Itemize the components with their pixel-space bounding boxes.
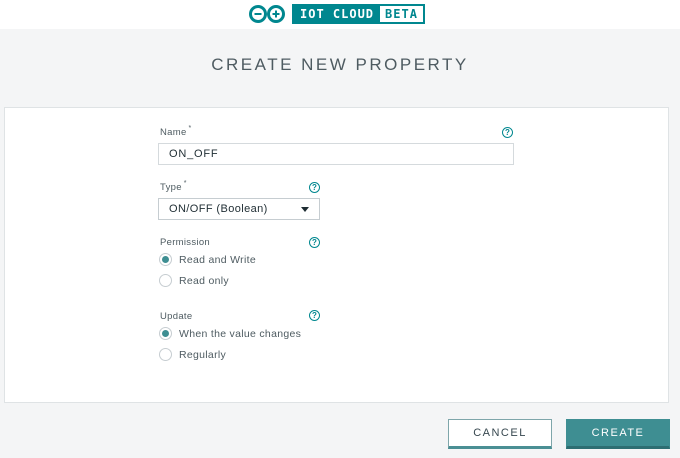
cancel-button[interactable]: CANCEL (448, 419, 552, 449)
permission-option-read-only[interactable]: Read only (159, 274, 229, 287)
radio-button-checked[interactable] (159, 253, 172, 266)
caret-down-icon (301, 206, 309, 212)
iot-cloud-logo[interactable]: IOT CLOUD BETA (247, 4, 425, 24)
help-icon[interactable]: ? (309, 237, 320, 248)
update-option-on-change[interactable]: When the value changes (159, 327, 301, 340)
permission-label: Permission (160, 237, 210, 248)
help-icon[interactable]: ? (502, 127, 513, 138)
create-button[interactable]: CREATE (566, 419, 670, 449)
logo-name: IOT CLOUD (294, 6, 381, 22)
radio-label: Read only (179, 274, 229, 287)
help-icon[interactable]: ? (309, 310, 320, 321)
radio-label: When the value changes (179, 327, 302, 340)
type-label-text: Type (160, 182, 182, 193)
beta-badge: BETA (380, 6, 423, 22)
type-select[interactable]: ON/OFF (Boolean) (158, 198, 320, 220)
required-mark: * (183, 180, 187, 187)
name-label: Name * (160, 125, 192, 138)
radio-button[interactable] (159, 274, 172, 287)
permission-option-read-write[interactable]: Read and Write (159, 253, 256, 266)
logo-wordmark: IOT CLOUD BETA (292, 4, 425, 24)
update-option-regularly[interactable]: Regularly (159, 348, 226, 361)
radio-label: Regularly (179, 348, 227, 361)
type-select-value: ON/OFF (Boolean) (169, 203, 268, 215)
radio-label: Read and Write (179, 253, 256, 266)
top-bar: IOT CLOUD BETA (0, 0, 680, 29)
name-input[interactable] (158, 143, 514, 165)
name-label-text: Name (160, 127, 187, 138)
arduino-infinity-icon (249, 5, 285, 23)
type-label: Type * (160, 180, 187, 193)
required-mark: * (188, 125, 192, 132)
radio-button-checked[interactable] (159, 327, 172, 340)
page-title: CREATE NEW PROPERTY (211, 55, 469, 74)
update-label: Update (160, 311, 193, 322)
radio-button[interactable] (159, 348, 172, 361)
help-icon[interactable]: ? (309, 182, 320, 193)
